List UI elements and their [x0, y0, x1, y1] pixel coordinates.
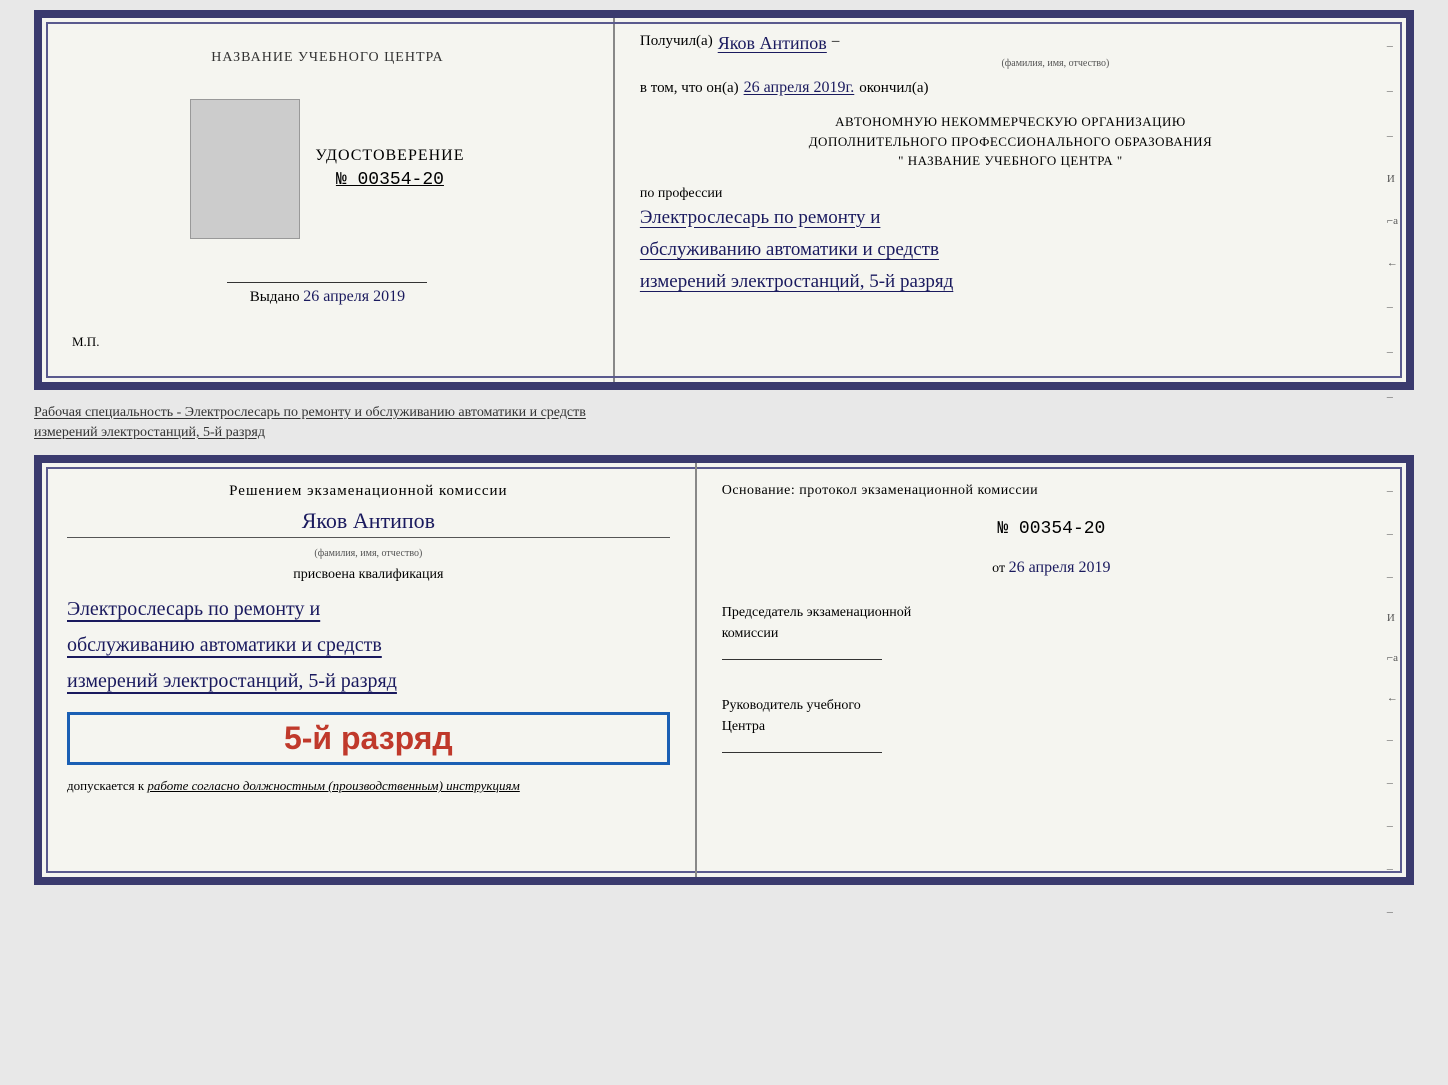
profession-line2: обслуживанию автоматики и средств — [640, 234, 1381, 266]
protocol-number: № 00354-20 — [722, 519, 1381, 539]
dopuskaetsya-block: допускается к работе согласно должностны… — [67, 778, 670, 794]
org-line2: ДОПОЛНИТЕЛЬНОГО ПРОФЕССИОНАЛЬНОГО ОБРАЗО… — [640, 132, 1381, 152]
vtom-suffix: окончил(а) — [859, 80, 928, 97]
poluchil-dash: – — [832, 33, 840, 50]
top-document: НАЗВАНИЕ УЧЕБНОГО ЦЕНТРА УДОСТОВЕРЕНИЕ №… — [34, 10, 1414, 390]
vtom-date: 26 апреля 2019г. — [744, 79, 855, 97]
predsedatel-line1: Председатель экзаменационной — [722, 602, 1381, 623]
predsedatel-sign-line — [722, 659, 882, 660]
document-container: НАЗВАНИЕ УЧЕБНОГО ЦЕНТРА УДОСТОВЕРЕНИЕ №… — [34, 10, 1414, 885]
vydano-block: Выдано 26 апреля 2019 — [72, 288, 583, 306]
po-professii-label: по профессии — [640, 186, 1381, 202]
ot-date-value: 26 апреля 2019 — [1009, 559, 1111, 576]
autonomnaya-block: АВТОНОМНУЮ НЕКОММЕРЧЕСКУЮ ОРГАНИЗАЦИЮ ДО… — [640, 112, 1381, 171]
qual-line3: измерений электростанций, 5-й разряд — [67, 663, 670, 699]
ot-label: от — [992, 561, 1005, 576]
org-line1: АВТОНОМНУЮ НЕКОММЕРЧЕСКУЮ ОРГАНИЗАЦИЮ — [640, 112, 1381, 132]
udostoverenie-block: УДОСТОВЕРЕНИЕ № 00354-20 — [315, 147, 464, 190]
qualification-handwritten: Электрослесарь по ремонту и обслуживанию… — [67, 591, 670, 699]
info-text: Рабочая специальность - Электрослесарь п… — [34, 398, 1414, 447]
poluchil-label: Получил(а) — [640, 33, 713, 50]
doc-number-top: № 00354-20 — [315, 170, 464, 190]
fio-caption-bottom: (фамилия, имя, отчество) — [67, 548, 670, 559]
top-left-panel: НАЗВАНИЕ УЧЕБНОГО ЦЕНТРА УДОСТОВЕРЕНИЕ №… — [42, 18, 615, 382]
photo-placeholder — [190, 99, 300, 239]
ot-date-block: от 26 апреля 2019 — [722, 559, 1381, 577]
fio-caption-top: (фамилия, имя, отчество) — [730, 58, 1381, 69]
mp-label: М.П. — [72, 334, 99, 350]
dopuskaetsya-label: допускается к — [67, 778, 144, 793]
profession-handwritten: Электрослесарь по ремонту и обслуживанию… — [640, 202, 1381, 299]
poluchil-line: Получил(а) Яков Антипов – — [640, 33, 1381, 54]
dopuskaetsya-rest: работе согласно должностным (производств… — [147, 778, 519, 793]
prisvoena-text: присвоена квалификация — [67, 567, 670, 583]
rukovoditel-block: Руководитель учебного Центра — [722, 695, 1381, 758]
rukovoditel-line2: Центра — [722, 716, 1381, 737]
resheniem-text: Решением экзаменационной комиссии — [67, 483, 670, 500]
org-quote-open: " — [898, 153, 904, 168]
training-center-top: НАЗВАНИЕ УЧЕБНОГО ЦЕНТРА — [211, 50, 443, 66]
bottom-document: Решением экзаменационной комиссии Яков А… — [34, 455, 1414, 885]
signature-line-top — [227, 282, 427, 283]
top-right-panel: Получил(а) Яков Антипов – (фамилия, имя,… — [615, 18, 1406, 382]
profession-line1: Электрослесарь по ремонту и — [640, 202, 1381, 234]
org-name-quoted: " НАЗВАНИЕ УЧЕБНОГО ЦЕНТРА " — [640, 151, 1381, 171]
bottom-left-panel: Решением экзаменационной комиссии Яков А… — [42, 463, 697, 877]
fio-bottom: Яков Антипов — [302, 508, 435, 533]
vtom-prefix: в том, что он(а) — [640, 80, 739, 97]
profession-line3: измерений электростанций, 5-й разряд — [640, 266, 1381, 298]
razryad-badge: 5-й разряд — [67, 712, 670, 765]
side-dashes-top: – – – И ⌐а ← – – – — [1387, 38, 1398, 404]
po-professii-block: по профессии Электрослесарь по ремонту и… — [640, 186, 1381, 299]
rukovoditel-sign-line — [722, 752, 882, 753]
info-line2: измерений электростанций, 5-й разряд — [34, 423, 1414, 443]
predsedatel-line2: комиссии — [722, 623, 1381, 644]
rukovoditel-line1: Руководитель учебного — [722, 695, 1381, 716]
org-name: НАЗВАНИЕ УЧЕБНОГО ЦЕНТРА — [908, 153, 1113, 168]
qual-line1: Электрослесарь по ремонту и — [67, 591, 670, 627]
side-dashes-bottom: – – – И ⌐а ← – – – – – — [1387, 483, 1398, 919]
osnovanie-text: Основание: протокол экзаменационной коми… — [722, 483, 1381, 499]
bottom-right-panel: Основание: протокол экзаменационной коми… — [697, 463, 1406, 877]
qual-line2: обслуживанию автоматики и средств — [67, 627, 670, 663]
vydano-label: Выдано — [250, 289, 300, 305]
vtom-line: в том, что он(а) 26 апреля 2019г. окончи… — [640, 79, 1381, 97]
info-line1: Рабочая специальность - Электрослесарь п… — [34, 403, 1414, 423]
vydano-date: 26 апреля 2019 — [303, 288, 405, 305]
org-quote-close: " — [1117, 153, 1123, 168]
udostoverenie-title: УДОСТОВЕРЕНИЕ — [315, 147, 464, 165]
fio-value-top: Яков Антипов — [718, 33, 827, 54]
razryad-badge-text: 5-й разряд — [90, 720, 647, 757]
predsedatel-block: Председатель экзаменационной комиссии — [722, 602, 1381, 665]
